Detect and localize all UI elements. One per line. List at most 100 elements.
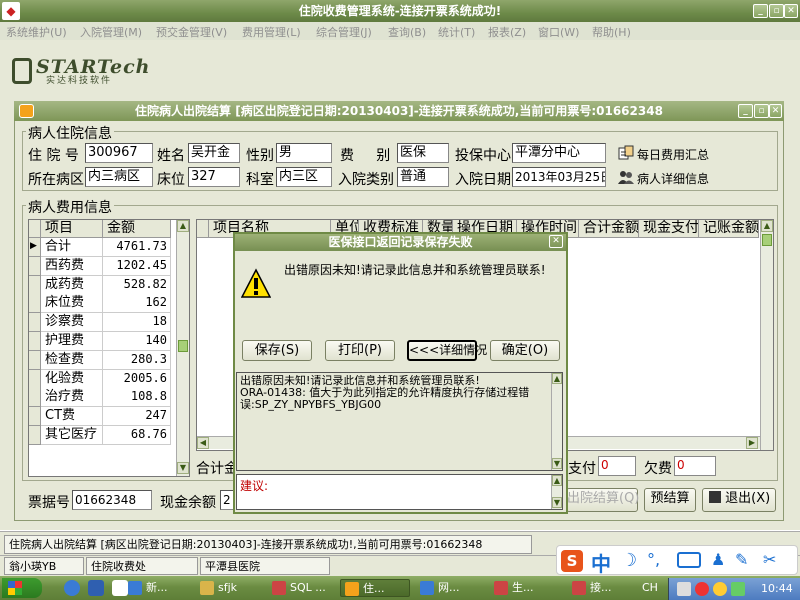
fee-amount-cell[interactable]: 528.82 bbox=[103, 275, 171, 295]
admission-date-field[interactable]: 2013年03月25日 bbox=[512, 167, 606, 187]
pre-settle-button[interactable]: 预结算 bbox=[644, 488, 696, 512]
child-close-icon[interactable]: ✕ bbox=[769, 104, 782, 118]
menu-window[interactable]: 窗口(W) bbox=[538, 24, 579, 40]
taskbar-item[interactable]: 住... bbox=[340, 579, 410, 597]
scroll-up-icon[interactable]: ▲ bbox=[177, 220, 189, 232]
dialog-details-button[interactable]: <<<详细情况 bbox=[407, 340, 487, 361]
ime-toolbar[interactable]: S 中 ☽ °, ♟ ✎ ✂ bbox=[556, 545, 798, 576]
menu-query[interactable]: 查询(B) bbox=[388, 24, 426, 40]
row-indicator[interactable] bbox=[29, 388, 41, 408]
fee-item-cell[interactable]: 床位费 bbox=[41, 294, 103, 314]
clock[interactable]: 10:44 bbox=[761, 582, 793, 595]
fee-item-cell[interactable]: 护理费 bbox=[41, 332, 103, 351]
fee-amount-cell[interactable]: 2005.6 bbox=[103, 369, 171, 389]
column-header-amount[interactable]: 金额 bbox=[103, 220, 171, 238]
patient-detail-icon[interactable] bbox=[618, 169, 634, 185]
child-minimize-icon[interactable]: _ bbox=[738, 104, 753, 118]
app-icon[interactable]: ◆ bbox=[2, 2, 20, 20]
inpatient-id-field[interactable]: 300967 bbox=[85, 143, 153, 163]
column-header-account[interactable]: 记账金额 bbox=[699, 220, 759, 238]
menu-system[interactable]: 系统维护(U) bbox=[6, 24, 67, 40]
taskbar-item[interactable]: 网... bbox=[416, 579, 484, 597]
taskbar-item[interactable]: sfjk bbox=[196, 579, 264, 597]
sex-field[interactable]: 男 bbox=[276, 143, 332, 163]
menu-stats[interactable]: 统计(T) bbox=[438, 24, 475, 40]
suggestion-textbox[interactable]: 建议: ▲ ▼ bbox=[236, 474, 563, 510]
name-field[interactable]: 吴开金 bbox=[188, 143, 240, 163]
row-indicator[interactable] bbox=[29, 294, 41, 314]
daily-summary-link[interactable]: 每日费用汇总 bbox=[637, 146, 709, 163]
error-detail-scrollbar[interactable]: ▲ ▼ bbox=[551, 373, 562, 470]
fee-amount-cell[interactable]: 280.3 bbox=[103, 350, 171, 370]
exit-button[interactable]: 退出(X) bbox=[702, 488, 776, 512]
punctuation-icon[interactable]: °, bbox=[647, 550, 660, 569]
fee-amount-cell[interactable]: 247 bbox=[103, 407, 171, 427]
row-indicator[interactable] bbox=[29, 426, 41, 445]
tray-icon[interactable] bbox=[695, 582, 709, 596]
fee-item-cell[interactable]: 诊察费 bbox=[41, 313, 103, 333]
window-icon[interactable] bbox=[19, 104, 34, 118]
receipt-number-field[interactable]: 01662348 bbox=[72, 490, 152, 510]
taskbar-item[interactable]: 生... bbox=[490, 579, 562, 597]
dialog-ok-button[interactable]: 确定(O) bbox=[490, 340, 560, 361]
user-icon[interactable]: ♟ bbox=[711, 550, 725, 569]
column-header-item[interactable]: 项目 bbox=[41, 220, 103, 238]
scroll-left-icon[interactable]: ◀ bbox=[197, 437, 209, 449]
dialog-close-icon[interactable]: ✕ bbox=[549, 235, 563, 248]
fee-item-cell[interactable]: 合计 bbox=[41, 238, 103, 257]
fee-amount-cell[interactable]: 68.76 bbox=[103, 426, 171, 445]
tray-icon[interactable] bbox=[677, 582, 691, 596]
scroll-right-icon[interactable]: ▶ bbox=[746, 437, 758, 449]
menu-report[interactable]: 报表(Z) bbox=[488, 24, 526, 40]
fee-amount-cell[interactable]: 18 bbox=[103, 313, 171, 333]
fee-item-cell[interactable]: 检查费 bbox=[41, 350, 103, 370]
row-indicator[interactable] bbox=[29, 275, 41, 295]
fee-amount-cell[interactable]: 108.8 bbox=[103, 388, 171, 408]
fee-amount-cell[interactable]: 1202.45 bbox=[103, 256, 171, 276]
fee-amount-cell[interactable]: 4761.73 bbox=[103, 238, 171, 257]
fee-item-cell[interactable]: 化验费 bbox=[41, 369, 103, 389]
row-indicator[interactable] bbox=[29, 313, 41, 333]
fee-item-cell[interactable]: 西药费 bbox=[41, 256, 103, 276]
row-indicator[interactable] bbox=[29, 369, 41, 389]
suggestion-scrollbar[interactable]: ▲ ▼ bbox=[551, 475, 562, 509]
fee-type-field[interactable]: 医保 bbox=[397, 143, 449, 163]
taskbar-item[interactable]: 新... bbox=[124, 579, 192, 597]
sogou-icon[interactable]: S bbox=[561, 550, 583, 572]
skin-icon[interactable]: ✎ bbox=[735, 550, 748, 569]
detail-table-vscroll-thumb[interactable] bbox=[762, 234, 772, 246]
tray-icon[interactable] bbox=[713, 582, 727, 596]
keyboard-icon[interactable] bbox=[677, 552, 701, 568]
fee-item-cell[interactable]: CT费 bbox=[41, 407, 103, 427]
pay-field[interactable]: 0 bbox=[598, 456, 636, 476]
moon-icon[interactable]: ☽ bbox=[621, 550, 637, 571]
department-field[interactable]: 内三区 bbox=[276, 167, 332, 187]
cash-balance-field[interactable]: 2 bbox=[220, 490, 234, 510]
fee-amount-cell[interactable]: 162 bbox=[103, 294, 171, 314]
menu-deposit[interactable]: 预交金管理(V) bbox=[156, 24, 227, 40]
menu-help[interactable]: 帮助(H) bbox=[592, 24, 631, 40]
fee-table-scrollbar[interactable]: ▲ ▼ bbox=[176, 220, 189, 476]
scroll-up-icon[interactable]: ▲ bbox=[761, 220, 773, 232]
patient-detail-link[interactable]: 病人详细信息 bbox=[637, 170, 709, 187]
language-indicator[interactable]: CH bbox=[642, 581, 658, 594]
error-detail-textbox[interactable]: 出错原因未知!请记录此信息并和系统管理员联系! ORA-01438: 值大于为此… bbox=[236, 372, 563, 471]
child-restore-icon[interactable]: ▫ bbox=[754, 104, 769, 118]
restore-icon[interactable]: ▫ bbox=[769, 4, 784, 18]
discharge-settle-button[interactable]: 出院结算(Q) bbox=[566, 488, 639, 512]
row-indicator[interactable] bbox=[29, 350, 41, 370]
menu-fee[interactable]: 费用管理(L) bbox=[242, 24, 301, 40]
taskbar-item[interactable]: SQL ... bbox=[268, 579, 336, 597]
fee-amount-cell[interactable]: 140 bbox=[103, 332, 171, 351]
column-header-total[interactable]: 合计金额 bbox=[579, 220, 639, 238]
scroll-down-icon[interactable]: ▼ bbox=[177, 462, 189, 474]
dialog-save-button[interactable]: 保存(S) bbox=[242, 340, 312, 361]
column-header-cash[interactable]: 现金支付 bbox=[639, 220, 699, 238]
detail-table-vscroll[interactable]: ▲ bbox=[760, 220, 773, 450]
tools-icon[interactable]: ✂ bbox=[763, 550, 776, 569]
daily-summary-icon[interactable] bbox=[618, 145, 634, 161]
start-button[interactable] bbox=[2, 578, 42, 598]
taskbar-item[interactable]: 接... bbox=[568, 579, 636, 597]
admission-type-field[interactable]: 普通 bbox=[397, 167, 449, 187]
dialog-print-button[interactable]: 打印(P) bbox=[325, 340, 395, 361]
